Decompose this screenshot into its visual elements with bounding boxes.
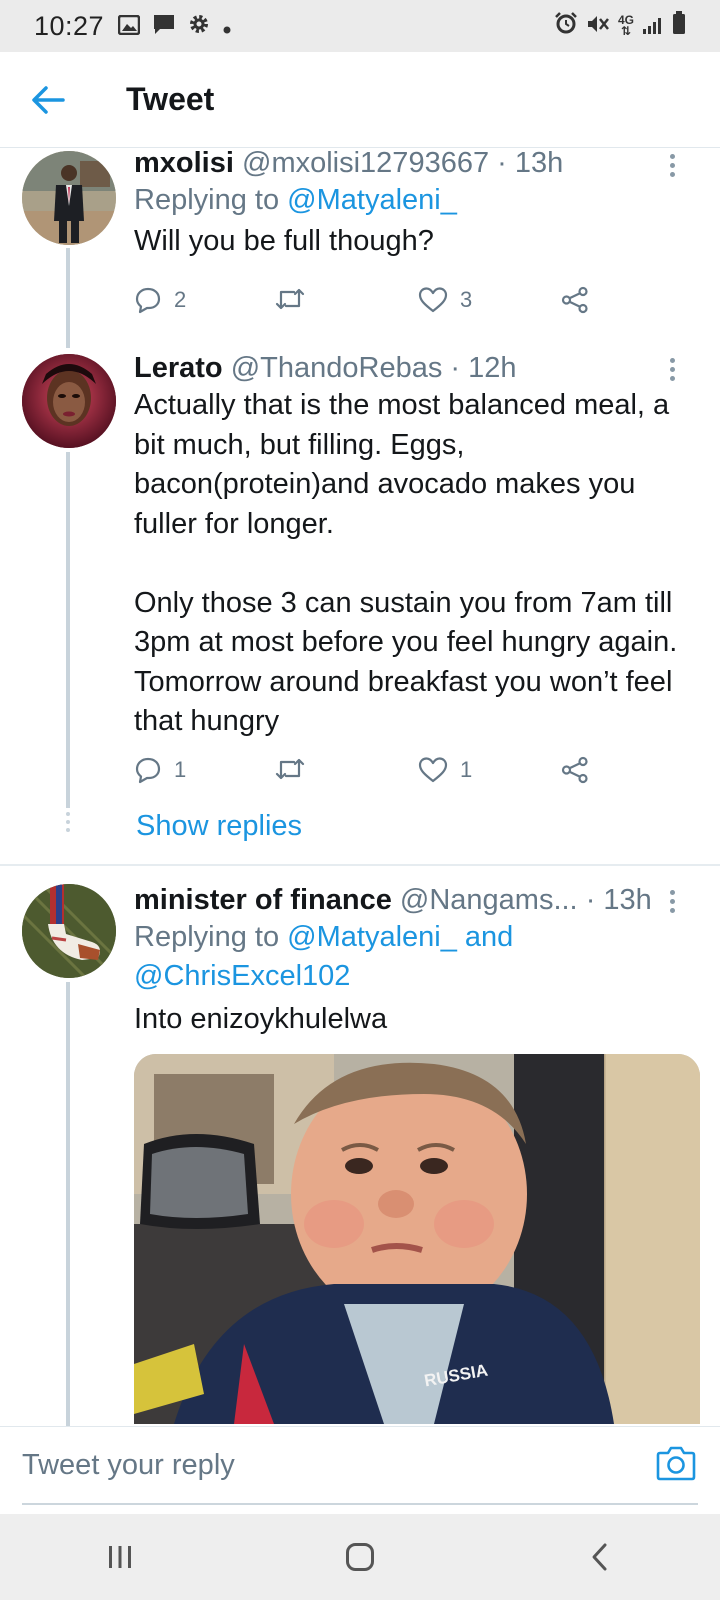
system-nav-bar: [0, 1514, 720, 1600]
retweet-icon: [275, 758, 305, 780]
home-button[interactable]: [320, 1527, 400, 1587]
heart-icon: [418, 757, 448, 783]
reply-icon: [135, 287, 161, 314]
show-replies-link[interactable]: Show replies: [136, 810, 302, 843]
replying-prefix: Replying to: [134, 921, 288, 953]
avatar[interactable]: [22, 151, 116, 245]
tweet-media-image[interactable]: RUSSIA: [134, 1054, 700, 1424]
status-right-icons: 4G ⇅: [554, 10, 686, 42]
thread-line: [66, 248, 70, 348]
recent-apps-icon: [109, 1546, 131, 1568]
signal-icon: [642, 11, 664, 42]
media-photo: [134, 1054, 700, 1424]
network-label: 4G: [617, 13, 634, 27]
tweet-time: · 13h: [585, 884, 652, 916]
gear-icon: [188, 11, 210, 42]
like-button[interactable]: 1: [418, 756, 472, 784]
tweet-header: minister of finance @Nangams... · 13h: [134, 882, 700, 918]
reply-input[interactable]: Tweet your reply: [22, 1449, 235, 1482]
recent-apps-button[interactable]: [80, 1527, 160, 1587]
thread-line: [66, 982, 70, 1426]
tweet-content: Lerato @ThandoRebas · 12h Actually that …: [134, 350, 700, 742]
replying-to: Replying to @Matyaleni_: [134, 181, 700, 220]
share-button[interactable]: [560, 756, 590, 784]
replying-prefix: Replying to: [134, 184, 288, 216]
app-header: Tweet: [0, 52, 720, 148]
mention-link[interactable]: @ChrisExcel102: [134, 960, 350, 992]
retweet-icon: [275, 288, 305, 310]
like-button[interactable]: 3: [418, 286, 472, 314]
like-count: 3: [460, 287, 473, 312]
reply-count: 1: [174, 757, 187, 782]
dot-icon: [222, 11, 232, 42]
collapsed-thread-dots: [66, 812, 70, 836]
tweet-thread[interactable]: mxolisi @mxolisi12793667 · 13h Replying …: [0, 148, 720, 1426]
home-icon: [346, 1543, 374, 1571]
reply-input-underline: [22, 1503, 698, 1505]
arrow-left-icon: [32, 85, 65, 114]
mention-link[interactable]: @Matyaleni_: [287, 184, 457, 216]
user-handle[interactable]: @Nangams...: [400, 884, 578, 916]
back-nav-button[interactable]: [560, 1527, 640, 1587]
thread-line: [66, 452, 70, 808]
share-icon: [561, 286, 588, 314]
tweet-time: · 13h: [497, 148, 564, 179]
display-name[interactable]: minister of finance: [134, 884, 392, 916]
page-title: Tweet: [126, 81, 215, 117]
status-left-icons: [117, 11, 232, 42]
display-name[interactable]: Lerato: [134, 352, 223, 384]
camera-button[interactable]: [656, 1445, 700, 1485]
tweet-content: minister of finance @Nangams... · 13h Re…: [134, 882, 700, 1040]
camera-icon: [656, 1446, 696, 1481]
user-handle[interactable]: @ThandoRebas: [231, 352, 443, 384]
reply-button[interactable]: 2: [134, 286, 186, 314]
back-button[interactable]: [0, 52, 96, 148]
tweet-text: Will you be full though?: [134, 225, 434, 257]
status-bar: 10:27 4G ⇅: [0, 0, 720, 52]
retweet-button[interactable]: [274, 286, 306, 312]
mute-icon: [586, 11, 610, 42]
mention-link[interactable]: @Matyaleni_ and: [287, 921, 513, 953]
chevron-left-icon: [592, 1543, 607, 1571]
tweet-actions: 2 3: [134, 286, 614, 318]
reply-count: 2: [174, 287, 187, 312]
replying-to-more: @ChrisExcel102: [134, 957, 700, 996]
display-name[interactable]: mxolisi: [134, 148, 234, 179]
tweet-header: mxolisi @mxolisi12793667 · 13h: [134, 148, 700, 181]
avatar[interactable]: [22, 354, 116, 448]
reply-composer: Tweet your reply: [0, 1426, 720, 1514]
status-time: 10:27: [34, 10, 105, 41]
tweet-item[interactable]: mxolisi @mxolisi12793667 · 13h Replying …: [0, 148, 720, 348]
heart-icon: [418, 287, 448, 313]
tweet-text: Actually that is the most balanced meal,…: [134, 389, 678, 737]
image-icon: [117, 11, 141, 42]
tweet-time: · 12h: [450, 352, 517, 384]
tweet-actions: 1 1: [134, 756, 614, 788]
avatar[interactable]: [22, 884, 116, 978]
reply-icon: [135, 757, 161, 784]
alarm-icon: [554, 11, 578, 42]
tweet-item[interactable]: minister of finance @Nangams... · 13h Re…: [0, 866, 720, 1426]
tweet-content: mxolisi @mxolisi12793667 · 13h Replying …: [134, 148, 700, 262]
replying-to: Replying to @Matyaleni_ and: [134, 918, 700, 957]
share-icon: [561, 756, 588, 784]
user-handle[interactable]: @mxolisi12793667: [242, 148, 489, 179]
tweet-header: Lerato @ThandoRebas · 12h: [134, 350, 700, 386]
battery-icon: [672, 10, 686, 42]
share-button[interactable]: [560, 286, 590, 314]
network-4g-icon: 4G ⇅: [617, 13, 634, 38]
reply-button[interactable]: 1: [134, 756, 186, 784]
like-count: 1: [460, 757, 473, 782]
tweet-text: Into enizoykhulelwa: [134, 1003, 388, 1035]
message-icon: [152, 11, 176, 42]
retweet-button[interactable]: [274, 756, 306, 782]
